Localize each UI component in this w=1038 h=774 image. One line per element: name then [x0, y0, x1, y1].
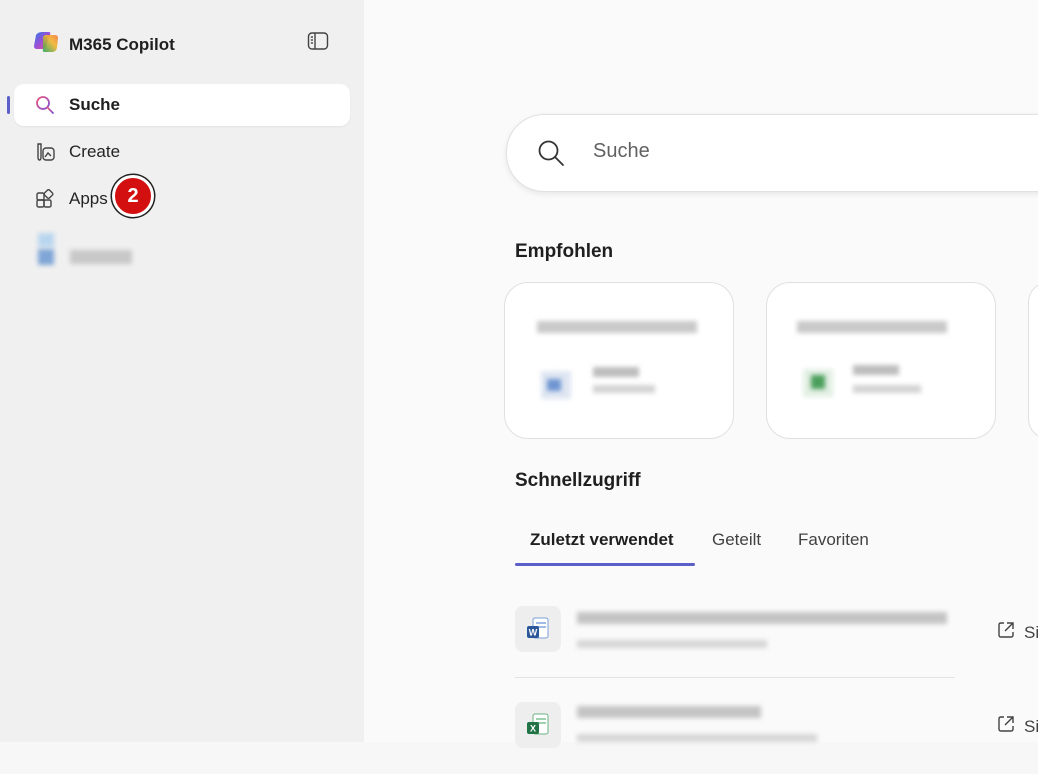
blurred-card-title: [537, 321, 697, 333]
search-input[interactable]: [591, 139, 995, 164]
main-content: Empfohlen Schnellzugriff Zuletzt verwend…: [364, 0, 1038, 748]
word-file-icon: W: [515, 606, 561, 652]
search-bar[interactable]: [506, 114, 1038, 192]
recommended-heading: Empfohlen: [515, 241, 614, 262]
svg-text:X: X: [530, 724, 536, 734]
file-row[interactable]: X: [515, 688, 1038, 774]
sidebar-toggle-icon: [307, 31, 329, 56]
blurred-avatar: [38, 233, 54, 247]
create-icon: [34, 141, 56, 163]
tab-underline: [515, 563, 695, 566]
blurred-file-meta: [577, 734, 817, 742]
step-badge: 2: [112, 175, 154, 217]
sidebar-item-suche[interactable]: Suche: [14, 84, 350, 126]
tab-favorites[interactable]: Favoriten: [798, 530, 869, 550]
tab-recent[interactable]: Zuletzt verwendet: [530, 530, 674, 550]
sidebar-item-label: Suche: [69, 95, 121, 114]
open-external-icon: [996, 620, 1016, 645]
svg-text:W: W: [529, 628, 538, 638]
blurred-card-line: [593, 367, 639, 377]
blurred-file-name: [577, 706, 761, 718]
sidebar-toggle-button[interactable]: [305, 30, 331, 56]
apps-icon: [34, 188, 56, 210]
search-icon: [34, 94, 56, 116]
quick-access-heading: Schnellzugriff: [515, 470, 641, 491]
sidebar: M365 Copilot Suche Create Apps 2: [0, 0, 364, 742]
search-icon: [537, 139, 565, 172]
open-external-icon: [996, 714, 1016, 739]
blurred-file-name: [577, 612, 947, 624]
brand[interactable]: M365 Copilot: [33, 31, 175, 58]
sidebar-item-create[interactable]: Create: [14, 131, 350, 173]
sidebar-item-label: Create: [69, 142, 121, 161]
sidebar-item-label: Apps: [69, 189, 108, 208]
open-link[interactable]: Si: [996, 714, 1038, 739]
open-link[interactable]: Si: [996, 620, 1038, 645]
blurred-card-line: [593, 385, 655, 393]
open-link-label: Si: [1024, 622, 1038, 642]
copilot-logo-icon: [33, 31, 59, 58]
blurred-card-line: [853, 385, 921, 393]
blurred-file-icon-accent: [547, 379, 561, 391]
row-divider: [515, 677, 955, 678]
app-title: M365 Copilot: [69, 34, 175, 54]
blurred-file-icon-accent: [811, 375, 825, 389]
blurred-avatar-lower: [38, 249, 54, 265]
blurred-nav-label[interactable]: [70, 250, 132, 264]
recommended-card[interactable]: [504, 282, 734, 439]
blurred-card-title: [797, 321, 947, 333]
blurred-file-meta: [577, 640, 767, 648]
recommended-card-partial[interactable]: [1028, 282, 1038, 439]
sidebar-item-apps[interactable]: Apps: [14, 178, 350, 220]
open-link-label: Si: [1024, 716, 1038, 736]
file-row[interactable]: W: [515, 592, 1038, 678]
recommended-card[interactable]: [766, 282, 996, 439]
tab-shared[interactable]: Geteilt: [712, 530, 761, 550]
active-indicator: [7, 96, 10, 114]
excel-file-icon: X: [515, 702, 561, 748]
blurred-card-line: [853, 365, 899, 375]
